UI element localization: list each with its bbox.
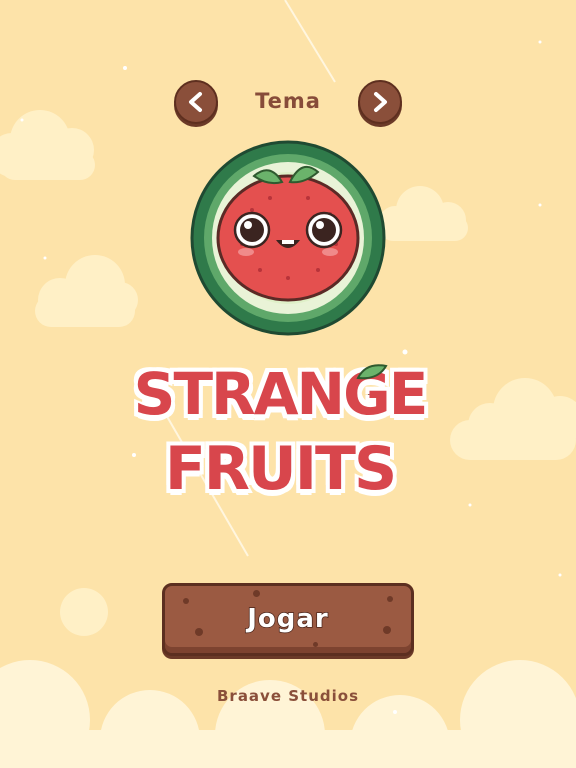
next-theme-button[interactable] [358,80,402,124]
studio-credit: Braave Studios [216,687,359,705]
moon [60,588,108,636]
watermelon-mascot [190,140,386,336]
logo-line-2: FRUITS [163,433,398,506]
play-button-label: Jogar [246,603,329,635]
cloud-right-mid [450,378,576,460]
theme-label: Tema [255,89,321,113]
play-button[interactable]: Jogar [162,583,414,656]
chevron-right-icon [374,92,387,112]
game-logo: STRANGE FRUITS [130,352,430,520]
leaf-icon [356,364,388,380]
theme-selector: Tema [0,80,576,124]
cloud-left-mid [35,255,138,327]
cloud-right-top [379,186,468,241]
cloud-bottom [0,660,576,768]
